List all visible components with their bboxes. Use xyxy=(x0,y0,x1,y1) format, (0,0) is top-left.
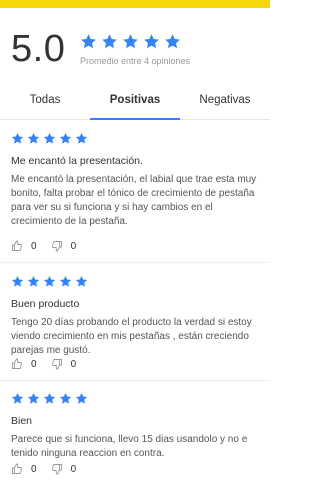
review-filter-tabs: Todas Positivas Negativas xyxy=(0,84,270,120)
like-button[interactable]: 0 xyxy=(11,240,37,252)
tab-positivas[interactable]: Positivas xyxy=(90,84,180,120)
review-body: Me encantó la presentación, el labial qu… xyxy=(11,174,257,227)
review-item: Bien Parece que si funciona, llevo 15 di… xyxy=(0,392,270,461)
rating-count-text: Promedio entre 4 opiniones xyxy=(80,56,191,66)
dislike-button[interactable]: 0 xyxy=(51,358,77,370)
review-title: Me encantó la presentación. xyxy=(11,155,143,167)
review-body: Parece que si funciona, llevo 15 dias us… xyxy=(11,434,248,459)
star-icon xyxy=(164,33,181,50)
star-icon xyxy=(59,392,72,405)
star-icon xyxy=(11,275,24,288)
star-icon xyxy=(80,33,97,50)
dislike-button[interactable]: 0 xyxy=(51,463,77,475)
thumbs-up-icon xyxy=(11,463,23,475)
dislike-count: 0 xyxy=(70,463,77,475)
star-icon xyxy=(11,132,24,145)
thumbs-down-icon xyxy=(51,240,63,252)
review-body: Tengo 20 días probando el producto la ve… xyxy=(11,317,252,356)
header-bar xyxy=(0,0,270,8)
tab-todas[interactable]: Todas xyxy=(0,84,90,119)
review-divider xyxy=(0,262,270,263)
star-icon xyxy=(27,392,40,405)
star-icon xyxy=(75,132,88,145)
review-votes: 0 0 xyxy=(0,240,270,252)
review-item: Me encantó la presentación. Me encantó l… xyxy=(0,132,270,229)
header-bar-fill xyxy=(0,0,270,8)
average-score: 5.0 xyxy=(11,28,66,70)
star-icon xyxy=(59,275,72,288)
summary-stars xyxy=(80,33,181,50)
review-votes: 0 0 xyxy=(0,463,270,475)
star-icon xyxy=(27,275,40,288)
dislike-button[interactable]: 0 xyxy=(51,240,77,252)
star-icon xyxy=(75,275,88,288)
review-title: Buen producto xyxy=(11,298,80,310)
rating-summary: 5.0 Promedio entre 4 opiniones xyxy=(0,28,270,74)
star-icon xyxy=(101,33,118,50)
like-button[interactable]: 0 xyxy=(11,358,37,370)
like-count: 0 xyxy=(31,358,37,370)
star-icon xyxy=(43,392,56,405)
review-title: Bien xyxy=(11,415,33,427)
star-icon xyxy=(27,132,40,145)
review-item: Buen producto Tengo 20 días probando el … xyxy=(0,275,270,358)
star-icon xyxy=(11,392,24,405)
dislike-count: 0 xyxy=(70,358,77,370)
like-count: 0 xyxy=(31,240,37,252)
like-button[interactable]: 0 xyxy=(11,463,37,475)
dislike-count: 0 xyxy=(70,240,77,252)
thumbs-up-icon xyxy=(11,240,23,252)
review-divider xyxy=(0,380,270,381)
star-icon xyxy=(43,132,56,145)
thumbs-up-icon xyxy=(11,358,23,370)
star-icon xyxy=(43,275,56,288)
like-count: 0 xyxy=(31,463,37,475)
review-votes: 0 0 xyxy=(0,358,270,370)
star-icon xyxy=(75,392,88,405)
thumbs-down-icon xyxy=(51,463,63,475)
review-stars xyxy=(11,275,259,288)
thumbs-down-icon xyxy=(51,358,63,370)
tab-negativas[interactable]: Negativas xyxy=(180,84,270,119)
review-stars xyxy=(11,132,259,145)
star-icon xyxy=(122,33,139,50)
review-stars xyxy=(11,392,259,405)
star-icon xyxy=(143,33,160,50)
star-icon xyxy=(59,132,72,145)
